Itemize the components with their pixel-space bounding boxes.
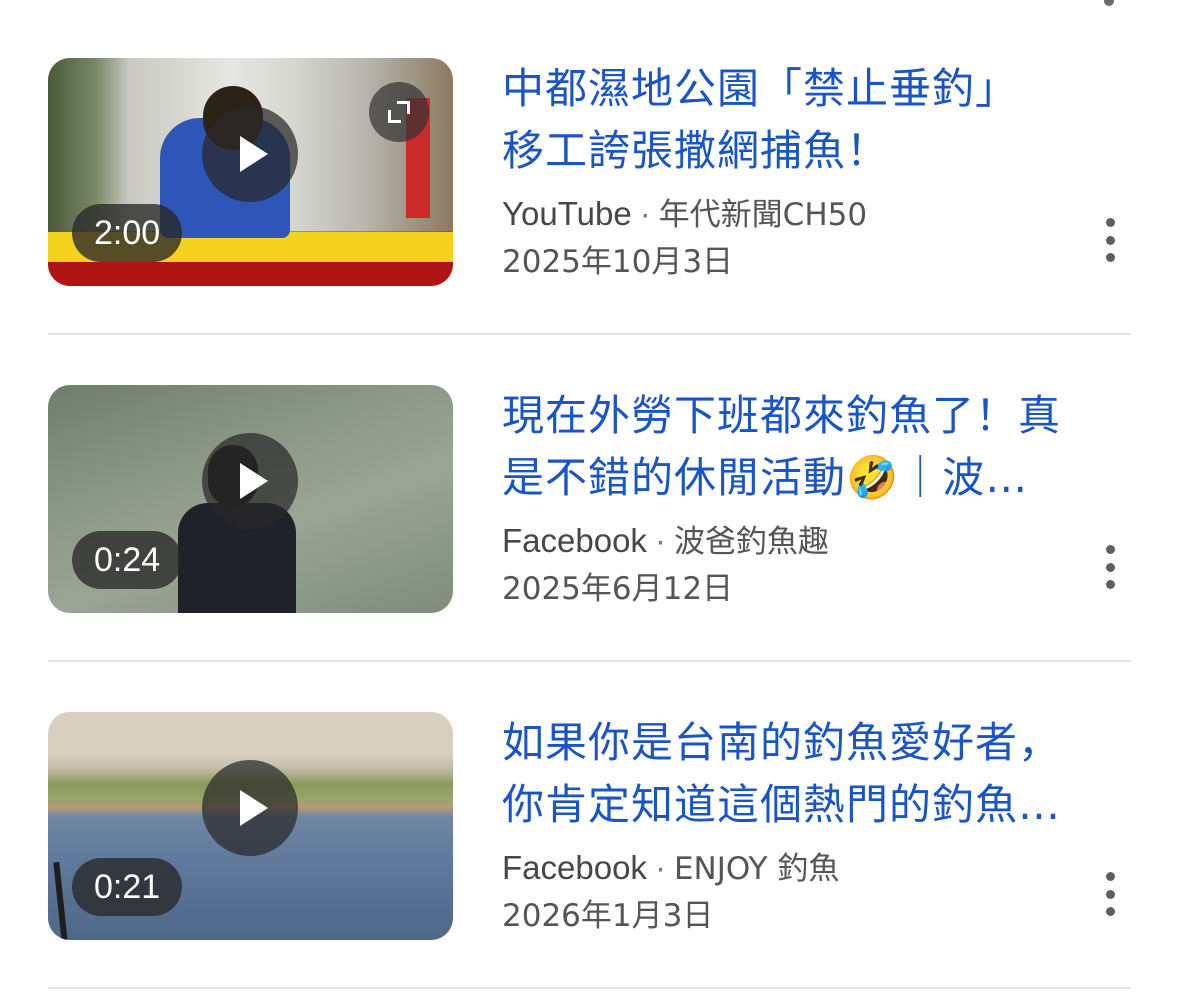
channel-name: 年代新聞CH50 bbox=[658, 197, 868, 233]
title-line: 現在外勞下班都來釣魚了！真 bbox=[502, 391, 1062, 440]
channel-name: 波爸釣魚趣 bbox=[673, 524, 829, 560]
video-source: Facebook · 波爸釣魚趣 bbox=[502, 517, 829, 566]
play-icon[interactable] bbox=[202, 760, 298, 856]
separator: · bbox=[639, 195, 651, 232]
video-results-page: 2:00 中都濕地公園「禁止垂釣」 移工誇張撒網捕魚！ YouTube · 年代新聞… bbox=[0, 0, 1179, 1005]
video-title[interactable]: 現在外勞下班都來釣魚了！真 是不錯的休閒活動🤣｜波… bbox=[502, 385, 1132, 509]
more-vert-icon[interactable] bbox=[1098, 218, 1122, 262]
separator: · bbox=[654, 522, 666, 559]
publish-date: 2026年1月3日 bbox=[502, 898, 714, 934]
source-name: Facebook bbox=[502, 849, 647, 886]
more-vert-icon[interactable] bbox=[1098, 545, 1122, 589]
play-icon[interactable] bbox=[202, 433, 298, 529]
title-line: 移工誇張撒網捕魚！ bbox=[502, 126, 890, 175]
source-name: YouTube bbox=[502, 195, 632, 232]
video-title[interactable]: 如果你是台南的釣魚愛好者， 你肯定知道這個熱門的釣魚… bbox=[502, 712, 1132, 836]
fishing-rod bbox=[53, 861, 69, 940]
more-vert-icon[interactable] bbox=[1098, 0, 1120, 6]
more-vert-icon[interactable] bbox=[1098, 872, 1122, 916]
video-result-card[interactable]: 0:24 現在外勞下班都來釣魚了！真 是不錯的休閒活動🤣｜波… Facebook… bbox=[48, 385, 1131, 713]
duration-badge: 0:24 bbox=[72, 531, 183, 589]
title-line: 你肯定知道這個熱門的釣魚… bbox=[502, 780, 1062, 829]
channel-name: ENJOY 釣魚 bbox=[673, 851, 840, 887]
title-line: 如果你是台南的釣魚愛好者， bbox=[502, 718, 1062, 767]
duration-badge: 2:00 bbox=[72, 204, 183, 262]
video-source: YouTube · 年代新聞CH50 bbox=[502, 190, 867, 239]
duration-badge: 0:21 bbox=[72, 858, 183, 916]
separator: · bbox=[654, 849, 666, 886]
video-source: Facebook · ENJOY 釣魚 bbox=[502, 844, 839, 893]
video-result-card[interactable]: 2:00 中都濕地公園「禁止垂釣」 移工誇張撒網捕魚！ YouTube · 年代新聞… bbox=[48, 58, 1131, 386]
publish-date: 2025年6月12日 bbox=[502, 571, 734, 607]
source-name: Facebook bbox=[502, 522, 647, 559]
video-title[interactable]: 中都濕地公園「禁止垂釣」 移工誇張撒網捕魚！ bbox=[502, 58, 1132, 182]
video-result-card[interactable]: 0:21 如果你是台南的釣魚愛好者， 你肯定知道這個熱門的釣魚… Faceboo… bbox=[48, 712, 1131, 1005]
title-line: 中都濕地公園「禁止垂釣」 bbox=[502, 64, 1019, 113]
play-icon[interactable] bbox=[202, 106, 298, 202]
divider bbox=[48, 333, 1131, 335]
expand-icon[interactable] bbox=[369, 82, 429, 142]
divider bbox=[48, 987, 1131, 989]
video-thumbnail[interactable]: 2:00 bbox=[48, 58, 453, 286]
divider bbox=[48, 660, 1131, 662]
video-thumbnail[interactable]: 0:24 bbox=[48, 385, 453, 613]
title-line: 是不錯的休閒活動🤣｜波… bbox=[502, 453, 1029, 502]
video-thumbnail[interactable]: 0:21 bbox=[48, 712, 453, 940]
publish-date: 2025年10月3日 bbox=[502, 244, 734, 280]
